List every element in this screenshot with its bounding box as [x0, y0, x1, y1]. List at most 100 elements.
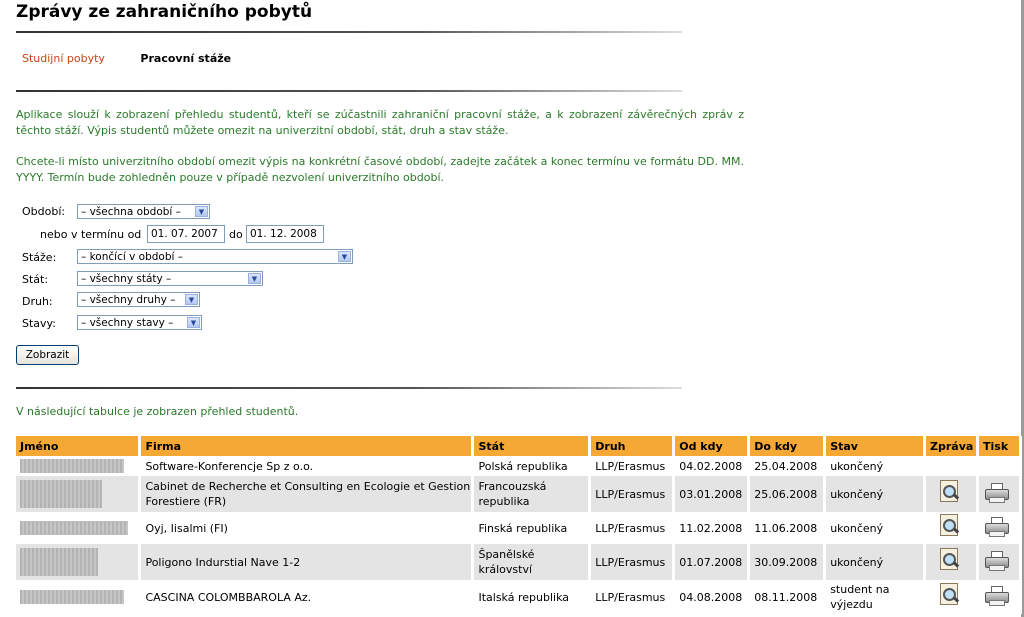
- staze-value: – končící v období –: [81, 251, 183, 263]
- cell-druh: LLP/Erasmus: [589, 512, 676, 544]
- redacted-name: [20, 590, 124, 604]
- obdobi-select[interactable]: – všechna období – ▼: [77, 204, 210, 219]
- cell-do: 11.06.2008: [748, 512, 827, 544]
- stavy-value: – všechny stavy –: [81, 317, 174, 329]
- cell-tisk: [977, 580, 1022, 614]
- tab-bar: Studijní pobyty Pracovní stáže: [22, 52, 231, 65]
- stavy-select[interactable]: – všechny stavy – ▼: [77, 315, 202, 330]
- cell-stat: Italská republika: [472, 580, 592, 614]
- name-cell-redacted: [16, 512, 142, 544]
- cell-druh: LLP/Erasmus: [589, 580, 676, 614]
- cell-zprava: [924, 476, 979, 512]
- cell-firma: Software-Konferencje Sp z o.o.: [139, 456, 475, 476]
- obdobi-row: Období:: [22, 205, 65, 223]
- druh-label: Druh:: [22, 295, 53, 308]
- cell-zprava: [924, 456, 979, 476]
- cell-stav: ukončený: [824, 476, 927, 512]
- cell-tisk: [977, 544, 1022, 580]
- cell-druh: LLP/Erasmus: [589, 476, 676, 512]
- cell-stav: ukončený: [824, 512, 927, 544]
- view-report-icon[interactable]: [938, 547, 960, 573]
- cell-od: 11.02.2008: [673, 512, 751, 544]
- print-icon[interactable]: [983, 585, 1009, 606]
- cell-od: 04.08.2008: [673, 580, 751, 614]
- table-row: Oyj, Iisalmi (FI) Finská republika LLP/E…: [16, 512, 1022, 544]
- stat-label: Stát:: [22, 273, 49, 286]
- cell-firma: Poligono Indurstial Nave 1-2: [139, 544, 475, 580]
- view-report-icon[interactable]: [938, 582, 960, 608]
- tab-studijni-pobyty[interactable]: Studijní pobyty: [22, 52, 105, 65]
- table-row: Poligono Indurstial Nave 1-2 Španělské k…: [16, 544, 1022, 580]
- cell-do: 25.06.2008: [748, 476, 827, 512]
- cell-firma: Cabinet de Recherche et Consulting en Ec…: [139, 476, 475, 512]
- staze-select[interactable]: – končící v období – ▼: [77, 249, 353, 264]
- chevron-down-icon: ▼: [187, 317, 200, 328]
- cell-firma: CASCINA COLOMBBAROLA Az.: [139, 580, 475, 614]
- redacted-name: [20, 459, 124, 473]
- redacted-name: [20, 548, 98, 576]
- termin-row: nebo v termínu od: [40, 228, 141, 246]
- divider: [16, 90, 682, 92]
- cell-od: 01.07.2008: [673, 544, 751, 580]
- cell-stat: Francouzská republika: [472, 476, 592, 512]
- name-cell-redacted: [16, 456, 142, 476]
- cell-stat: Polská republika: [472, 456, 592, 476]
- table-row: Cabinet de Recherche et Consulting en Ec…: [16, 476, 1022, 512]
- print-icon[interactable]: [983, 482, 1009, 503]
- name-cell-redacted: [16, 544, 142, 580]
- view-report-icon[interactable]: [938, 479, 960, 505]
- view-report-icon[interactable]: [938, 513, 960, 539]
- druh-row: Druh:: [22, 295, 53, 313]
- obdobi-label: Období:: [22, 205, 66, 218]
- table-header-row: Jméno Firma Stát Druh Od kdy Do kdy Stav…: [16, 436, 1022, 456]
- cell-zprava: [924, 512, 979, 544]
- chevron-down-icon: ▼: [338, 251, 351, 262]
- col-header-do-kdy[interactable]: Do kdy: [748, 436, 827, 456]
- col-header-firma[interactable]: Firma: [139, 436, 475, 456]
- stat-row: Stát:: [22, 273, 48, 291]
- cell-zprava: [924, 580, 979, 614]
- col-header-stav[interactable]: Stav: [824, 436, 927, 456]
- name-cell-redacted: [16, 580, 142, 614]
- col-header-tisk: Tisk: [977, 436, 1022, 456]
- stat-select[interactable]: – všechny státy – ▼: [77, 271, 263, 286]
- staze-label: Stáže:: [22, 251, 57, 264]
- do-date-input[interactable]: 01. 12. 2008: [246, 225, 324, 243]
- zobrazit-button[interactable]: Zobrazit: [16, 345, 79, 365]
- cell-druh: LLP/Erasmus: [589, 544, 676, 580]
- print-icon[interactable]: [983, 516, 1009, 537]
- cell-od: 03.01.2008: [673, 476, 751, 512]
- cell-zprava: [924, 544, 979, 580]
- chevron-down-icon: ▼: [185, 294, 198, 305]
- tab-pracovni-staze[interactable]: Pracovní stáže: [140, 52, 231, 65]
- table-row: CASCINA COLOMBBAROLA Az. Italská republi…: [16, 580, 1022, 614]
- cell-tisk: [977, 456, 1022, 476]
- stavy-label: Stavy:: [22, 317, 56, 330]
- print-icon[interactable]: [983, 550, 1009, 571]
- druh-select[interactable]: – všechny druhy – ▼: [77, 292, 200, 307]
- staze-row: Stáže:: [22, 251, 56, 269]
- od-date-input[interactable]: 01. 07. 2007: [147, 225, 225, 243]
- students-table: Jméno Firma Stát Druh Od kdy Do kdy Stav…: [16, 436, 1022, 614]
- chevron-down-icon: ▼: [248, 273, 261, 284]
- chevron-down-icon: ▼: [195, 206, 208, 217]
- divider: [16, 31, 682, 33]
- redacted-name: [20, 521, 128, 535]
- col-header-zprava: Zpráva: [924, 436, 979, 456]
- col-header-od-kdy[interactable]: Od kdy: [673, 436, 751, 456]
- cell-tisk: [977, 512, 1022, 544]
- termin-label: nebo v termínu od: [40, 228, 142, 241]
- date-hint-paragraph: Chcete-li místo univerzitního období ome…: [16, 155, 744, 184]
- cell-firma: Oyj, Iisalmi (FI): [139, 512, 475, 544]
- col-header-stat[interactable]: Stát: [472, 436, 592, 456]
- redacted-name: [20, 480, 102, 508]
- do-label: do: [229, 228, 243, 241]
- intro-paragraph: Aplikace slouží k zobrazení přehledu stu…: [16, 108, 744, 137]
- table-row: Software-Konferencje Sp z o.o. Polská re…: [16, 456, 1022, 476]
- col-header-jmeno[interactable]: Jméno: [16, 436, 142, 456]
- cell-stav: student na výjezdu: [824, 580, 927, 614]
- name-cell-redacted: [16, 476, 142, 512]
- do-row: do: [229, 228, 243, 246]
- obdobi-value: – všechna období –: [81, 206, 181, 218]
- col-header-druh[interactable]: Druh: [589, 436, 676, 456]
